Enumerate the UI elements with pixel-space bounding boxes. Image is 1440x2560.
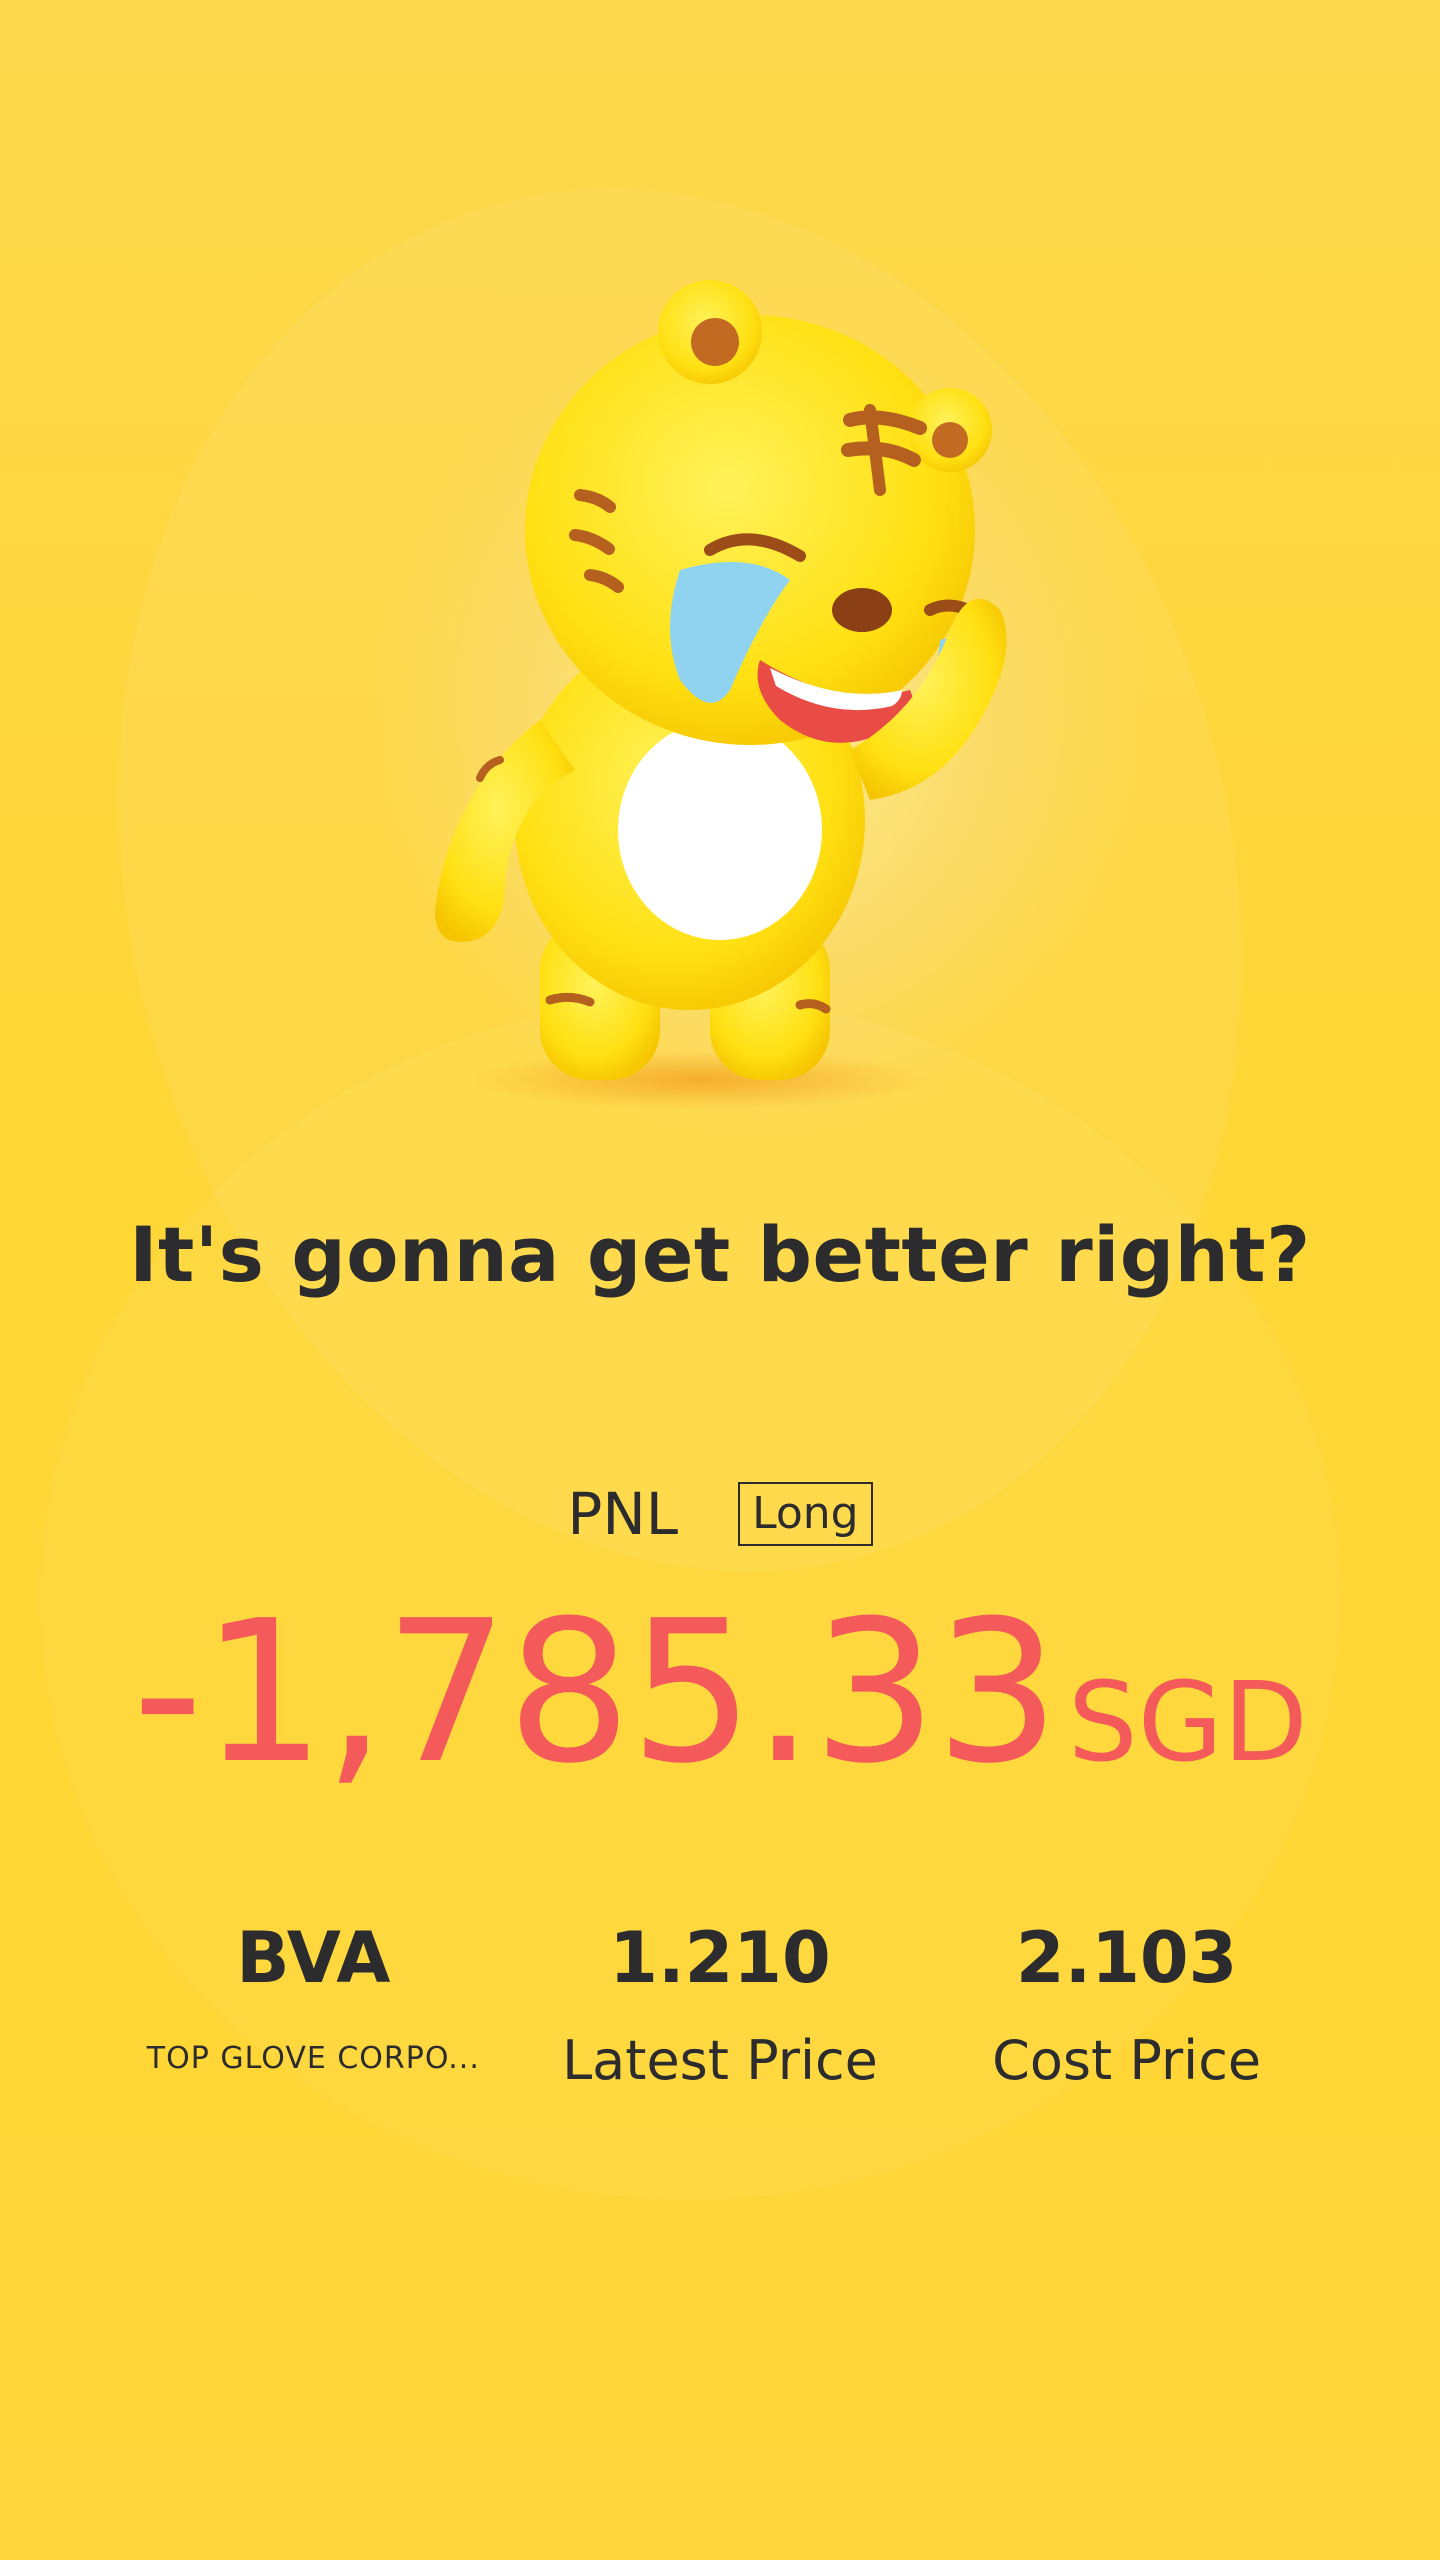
headline-message: It's gonna get better right? <box>129 1210 1311 1299</box>
position-type-badge: Long <box>738 1482 873 1546</box>
stat-latest-price: 1.210 Latest Price <box>530 1917 910 2093</box>
pnl-amount: -1,785.33 SGD <box>0 1595 1440 1791</box>
stock-stats: BVA TOP GLOVE CORPO... 1.210 Latest Pric… <box>0 1917 1440 2093</box>
pnl-header: PNL Long <box>0 1480 1440 1548</box>
pnl-value: -1,785.33 <box>132 1579 1060 1807</box>
latest-price-label: Latest Price <box>562 2029 878 2092</box>
ticker-symbol: BVA <box>236 1917 391 1999</box>
stat-cost-price: 2.103 Cost Price <box>937 1917 1317 2093</box>
pnl-label: PNL <box>567 1480 679 1548</box>
cost-price-label: Cost Price <box>992 2029 1262 2092</box>
pnl-currency: SGD <box>1067 1658 1308 1786</box>
stat-ticker: BVA TOP GLOVE CORPO... <box>123 1920 503 2092</box>
cost-price-value: 2.103 <box>1015 1917 1238 1999</box>
company-name: TOP GLOVE CORPO... <box>146 2041 480 2076</box>
latest-price-value: 1.210 <box>609 1917 831 1999</box>
crying-tiger-mascot-icon <box>435 280 1007 1110</box>
